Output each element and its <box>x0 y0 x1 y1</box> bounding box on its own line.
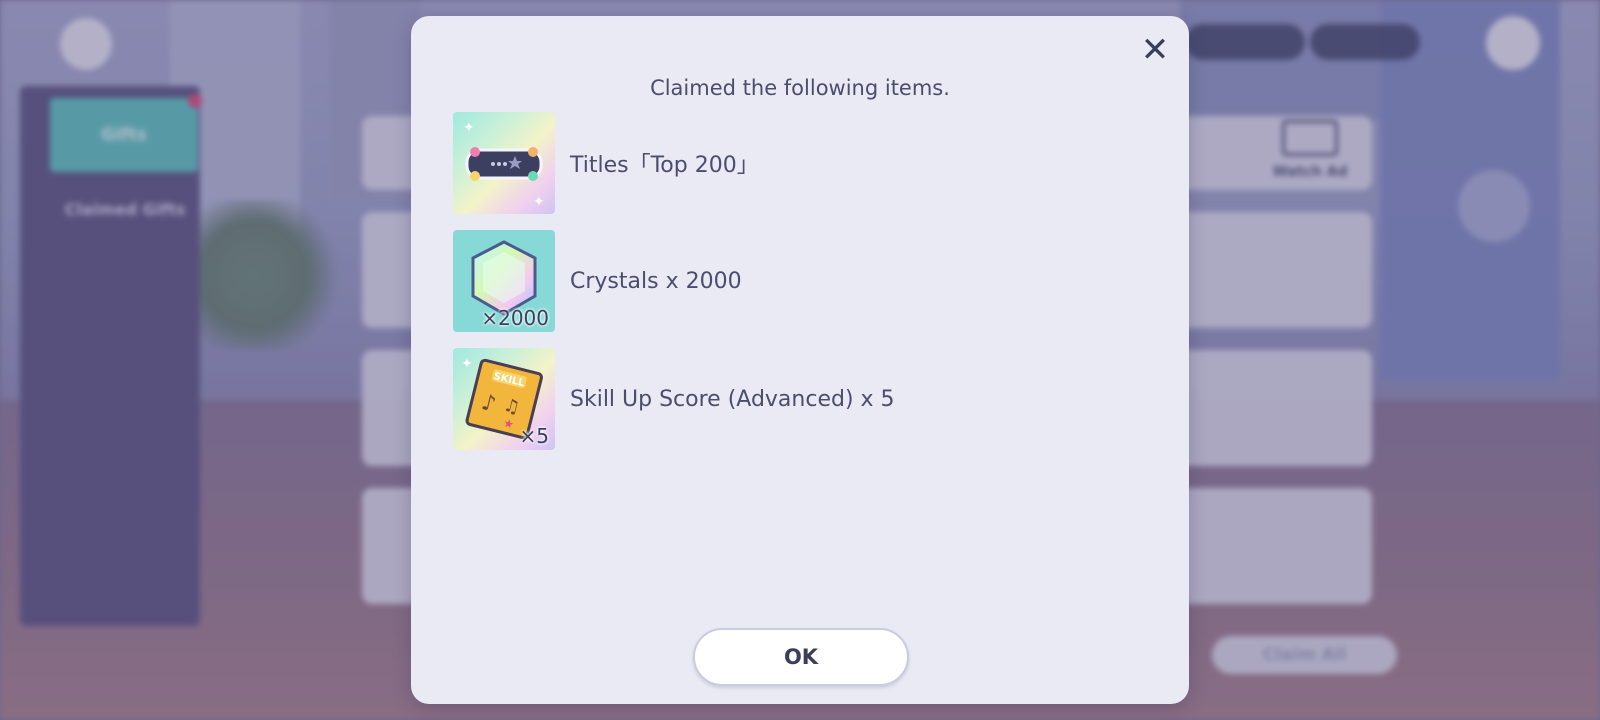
svg-text:✦: ✦ <box>463 120 475 136</box>
list-item: ✦ SKILL ♪ ♫ ★ ×5 Skill Up Score (Advance… <box>453 348 895 450</box>
item-label: Titles「Top 200」 <box>570 153 759 178</box>
svg-text:✦: ✦ <box>533 194 545 210</box>
skill-score-icon: ✦ SKILL ♪ ♫ ★ ×5 <box>453 348 555 450</box>
claimed-items-dialog: ✕ Claimed the following items. ✦ ✦ Title… <box>411 16 1189 704</box>
claimed-item-list: ✦ ✦ Titles「Top 200」 ×2000 Crystals x 200… <box>453 112 895 466</box>
ok-button[interactable]: OK <box>693 628 909 686</box>
dialog-title: Claimed the following items. <box>650 76 950 100</box>
close-icon[interactable]: ✕ <box>1137 32 1173 68</box>
item-quantity: ×5 <box>519 424 549 448</box>
item-label: Crystals x 2000 <box>570 268 742 294</box>
item-quantity: ×2000 <box>481 306 549 330</box>
list-item: ×2000 Crystals x 2000 <box>453 230 895 332</box>
svg-text:✦: ✦ <box>461 356 473 372</box>
item-label: Skill Up Score (Advanced) x 5 <box>570 386 895 412</box>
title-badge-icon: ✦ ✦ <box>453 112 555 214</box>
crystal-icon: ×2000 <box>453 230 555 332</box>
list-item: ✦ ✦ Titles「Top 200」 <box>453 112 895 214</box>
